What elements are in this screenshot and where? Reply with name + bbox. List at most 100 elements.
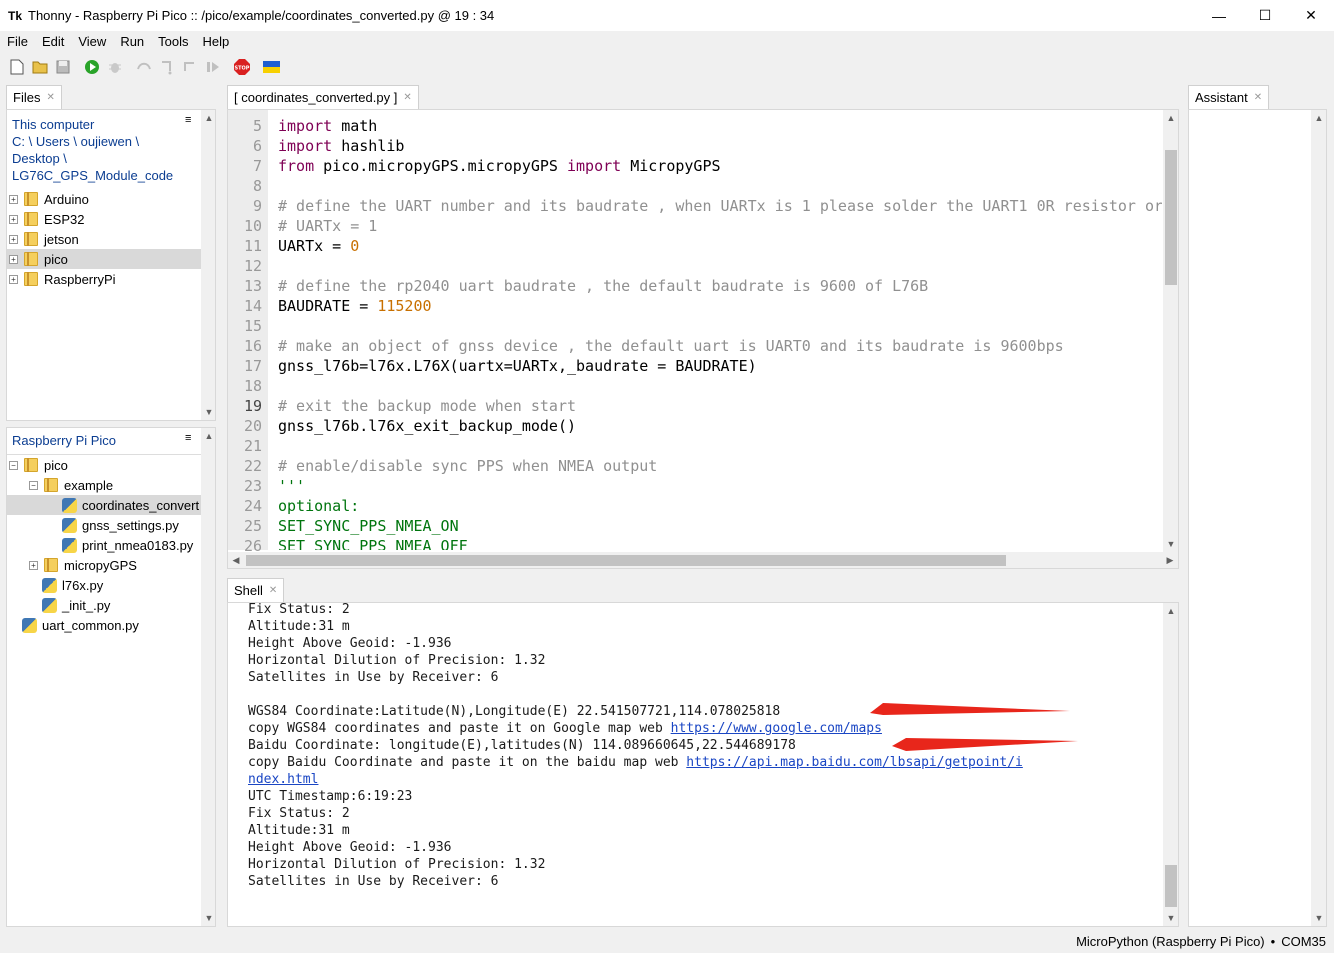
scroll-right-arrow-icon[interactable]: ▶ (1162, 552, 1178, 568)
close-tab-icon[interactable]: ✕ (269, 585, 277, 596)
step-into-icon[interactable] (158, 58, 176, 76)
scroll-thumb[interactable] (246, 555, 1006, 566)
code-line[interactable]: # enable/disable sync PPS when NMEA outp… (278, 456, 657, 476)
menu-help[interactable]: Help (196, 34, 237, 49)
close-button[interactable]: ✕ (1288, 0, 1334, 31)
run-icon[interactable] (83, 58, 101, 76)
code-line[interactable]: from pico.micropyGPS.micropyGPS import M… (278, 156, 721, 176)
scroll-up-arrow-icon[interactable]: ▲ (1163, 110, 1178, 126)
scroll-up-arrow-icon[interactable]: ▲ (1163, 603, 1178, 619)
scroll-left-arrow-icon[interactable]: ◀ (228, 552, 244, 568)
debug-icon[interactable] (106, 58, 124, 76)
code-line[interactable]: # exit the backup mode when start (278, 396, 576, 416)
tree-item-raspberrypi[interactable]: + RaspberryPi (7, 269, 201, 289)
tree-item-uart-common[interactable]: uart_common.py (22, 615, 139, 635)
scroll-up-arrow-icon[interactable]: ▲ (1311, 110, 1326, 126)
code-line[interactable]: # UARTx = 1 (278, 216, 377, 236)
scroll-thumb[interactable] (1165, 865, 1177, 907)
editor-vertical-scrollbar[interactable]: ▲ ▼ (1163, 110, 1178, 552)
menu-tools[interactable]: Tools (151, 34, 195, 49)
collapse-icon[interactable]: − (9, 460, 18, 470)
tree-item-coordinates-converted-selected[interactable]: coordinates_convert (7, 495, 201, 515)
expand-icon[interactable]: + (9, 214, 18, 224)
code-line[interactable]: gnss_l76b.l76x_exit_backup_mode() (278, 416, 576, 436)
collapse-icon[interactable]: − (29, 480, 38, 490)
code-line[interactable]: import math (278, 116, 377, 136)
expand-icon[interactable]: + (9, 194, 18, 204)
this-computer-link[interactable]: This computer (12, 116, 173, 133)
scroll-down-arrow-icon[interactable]: ▼ (1311, 910, 1326, 926)
device-files-scrollbar[interactable]: ▲ ▼ (201, 428, 215, 926)
scroll-up-arrow-icon[interactable]: ▲ (201, 428, 215, 444)
tree-item-esp32[interactable]: + ESP32 (7, 209, 201, 229)
menu-view[interactable]: View (71, 34, 113, 49)
tree-item-example[interactable]: − example (29, 475, 113, 495)
tree-item-pico-selected[interactable]: + pico (7, 249, 201, 269)
tree-item-arduino[interactable]: + Arduino (7, 189, 201, 209)
code-editor[interactable]: 5 6 7 8 9 10 11 12 13 14 15 16 17 18 19 20 21 22 23 24 25 26 … (227, 109, 1179, 569)
ukraine-flag-icon[interactable] (262, 58, 280, 76)
stop-icon[interactable]: STOP (233, 58, 251, 76)
shell-vertical-scrollbar[interactable]: ▲ ▼ (1163, 603, 1178, 926)
tree-item-micropygps[interactable]: + micropyGPS (29, 555, 137, 575)
expand-icon[interactable]: + (9, 254, 18, 264)
code-line[interactable]: BAUDRATE = 115200 (278, 296, 432, 316)
maximize-button[interactable]: ☐ (1242, 0, 1288, 31)
panel-menu-icon[interactable]: ≡ (185, 114, 191, 126)
scroll-thumb[interactable] (1165, 150, 1177, 285)
scroll-down-arrow-icon[interactable]: ▼ (1163, 910, 1178, 926)
breadcrumb-path-2[interactable]: Desktop \ (12, 150, 173, 167)
expand-icon[interactable]: + (29, 560, 38, 570)
new-file-icon[interactable] (8, 58, 26, 76)
code-line[interactable]: import hashlib (278, 136, 404, 156)
panel-menu-icon[interactable]: ≡ (185, 432, 191, 444)
port-status[interactable]: COM35 (1281, 934, 1326, 949)
scroll-down-arrow-icon[interactable]: ▼ (201, 404, 215, 420)
computer-files-scrollbar[interactable]: ▲ ▼ (201, 110, 215, 420)
step-over-icon[interactable] (135, 58, 153, 76)
close-tab-icon[interactable]: ✕ (1254, 92, 1262, 103)
expand-icon[interactable]: + (9, 234, 18, 244)
code-line[interactable]: # make an object of gnss device , the de… (278, 336, 1064, 356)
device-header-link[interactable]: Raspberry Pi Pico (12, 432, 116, 449)
tree-item-l76x[interactable]: l76x.py (42, 575, 103, 595)
tree-item-gnss-settings[interactable]: gnss_settings.py (62, 515, 179, 535)
menu-file[interactable]: File (0, 34, 35, 49)
breadcrumb-path-1[interactable]: C: \ Users \ oujiewen \ (12, 133, 173, 150)
code-line[interactable]: # define the rp2040 uart baudrate , the … (278, 276, 928, 296)
code-line[interactable]: ''' (278, 476, 305, 496)
tab-shell[interactable]: Shell ✕ (227, 578, 285, 602)
scroll-up-arrow-icon[interactable]: ▲ (201, 110, 215, 126)
code-line[interactable]: gnss_l76b=l76x.L76X(uartx=UARTx,_baudrat… (278, 356, 757, 376)
open-file-icon[interactable] (31, 58, 49, 76)
close-tab-icon[interactable]: ✕ (403, 92, 411, 103)
tree-item-pico[interactable]: − pico (9, 455, 68, 475)
scroll-down-arrow-icon[interactable]: ▼ (201, 910, 215, 926)
step-out-icon[interactable] (181, 58, 199, 76)
tree-item-init[interactable]: _init_.py (42, 595, 110, 615)
shell-panel[interactable]: Fix Status: 2 Altitude:31 m Height Above G… (227, 602, 1179, 927)
assistant-scrollbar[interactable]: ▲ ▼ (1311, 110, 1326, 926)
tree-item-print-nmea0183[interactable]: print_nmea0183.py (62, 535, 193, 555)
code-line[interactable]: SET_SYNC_PPS_NMEA_ON (278, 516, 459, 536)
tab-files[interactable]: Files ✕ (6, 85, 62, 109)
breadcrumb-path-3[interactable]: LG76C_GPS_Module_code (12, 167, 173, 184)
close-tab-icon[interactable]: ✕ (46, 92, 54, 103)
expand-icon[interactable]: + (9, 274, 18, 284)
tree-item-jetson[interactable]: + jetson (7, 229, 201, 249)
scroll-down-arrow-icon[interactable]: ▼ (1163, 536, 1178, 552)
save-file-icon[interactable] (54, 58, 72, 76)
code-line[interactable]: # define the UART number and its baudrat… (278, 196, 1162, 216)
menu-edit[interactable]: Edit (35, 34, 71, 49)
interpreter-status[interactable]: MicroPython (Raspberry Pi Pico) (1076, 934, 1265, 949)
minimize-button[interactable]: — (1196, 0, 1242, 31)
code-line[interactable]: optional: (278, 496, 359, 516)
resume-icon[interactable] (204, 58, 222, 76)
code-line[interactable]: SET_SYNC_PPS_NMEA_OFF (278, 536, 468, 550)
code-area[interactable]: import math import hashlib from pico.micro… (278, 110, 1162, 550)
tab-editor-file[interactable]: [ coordinates_converted.py ] ✕ (227, 85, 419, 109)
editor-horizontal-scrollbar[interactable]: ◀ ▶ (228, 552, 1178, 568)
code-line[interactable]: UARTx = 0 (278, 236, 359, 256)
menu-run[interactable]: Run (113, 34, 151, 49)
tab-assistant[interactable]: Assistant ✕ (1188, 85, 1270, 109)
